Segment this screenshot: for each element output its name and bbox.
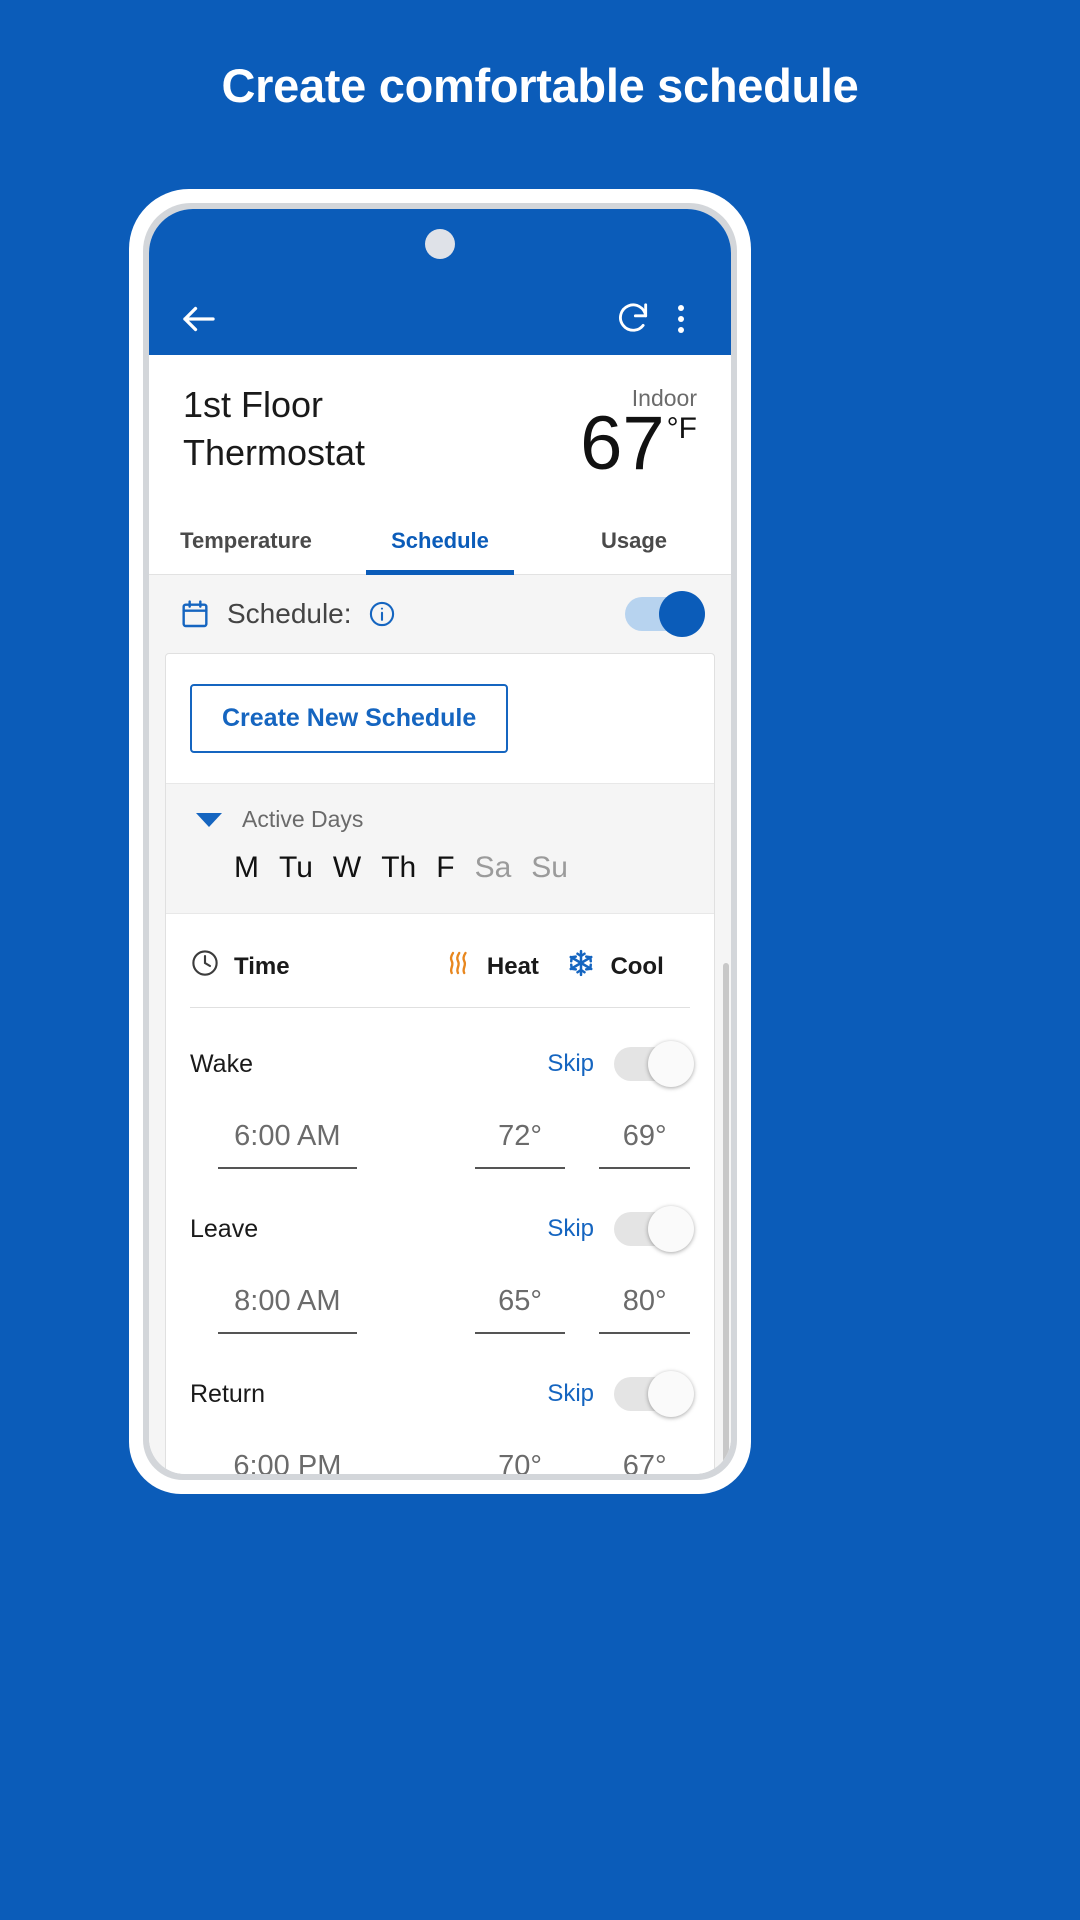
column-header-heat: Heat: [443, 948, 567, 985]
calendar-icon: [179, 598, 211, 630]
indoor-temperature-block: Indoor 67 °F: [580, 381, 697, 482]
indoor-temperature-value: 67: [580, 401, 665, 486]
heat-setpoint-field[interactable]: 72°: [474, 1120, 566, 1169]
toggle-knob: [648, 1371, 694, 1417]
row-name: Leave: [190, 1214, 259, 1243]
row-name: Return: [190, 1379, 266, 1408]
day-chip-sa[interactable]: Sa: [475, 851, 512, 885]
column-header-cool: Cool: [566, 948, 690, 985]
arrow-left-icon[interactable]: [175, 295, 223, 343]
active-days-header[interactable]: Active Days: [196, 806, 684, 833]
cool-setpoint-field[interactable]: 67°: [599, 1450, 690, 1474]
day-chip-th[interactable]: Th: [381, 851, 416, 885]
clock-icon: [190, 948, 220, 985]
heat-waves-icon: [443, 948, 473, 985]
schedule-row-wake: Wake Skip 6:00 AM 72° 69°: [190, 1008, 694, 1173]
column-header-heat-label: Heat: [486, 952, 539, 980]
time-field[interactable]: 6:00 AM: [218, 1120, 357, 1169]
active-days-list: M Tu W Th F Sa Su: [196, 851, 684, 885]
schedule-table: Time Heat Cool Wake Skip 6:00 AM 72° 69°…: [166, 914, 714, 1474]
camera-notch-icon: [425, 229, 455, 259]
skip-label[interactable]: Skip: [547, 1380, 594, 1408]
cool-setpoint-field[interactable]: 80°: [599, 1285, 691, 1334]
day-chip-w[interactable]: W: [333, 851, 361, 885]
toggle-knob: [659, 591, 705, 637]
vertical-scrollbar[interactable]: [723, 963, 729, 1474]
page-title: Create comfortable schedule: [221, 59, 859, 112]
device-name-line1: 1st Floor: [183, 384, 324, 425]
toggle-knob: [648, 1041, 694, 1087]
schedule-row-return: Return Skip 6:00 PM 70° 67°: [190, 1338, 694, 1474]
tab-temperature[interactable]: Temperature: [149, 510, 343, 574]
cool-setpoint-field[interactable]: 69°: [599, 1120, 691, 1169]
column-header-time: Time: [190, 948, 443, 985]
schedule-toggle-bar: Schedule:: [149, 575, 731, 653]
schedule-card: Create New Schedule Active Days M Tu W T…: [165, 653, 715, 1474]
active-days-title: Active Days: [242, 806, 364, 832]
tab-bar: Temperature Schedule Usage: [149, 510, 731, 575]
info-icon[interactable]: [368, 600, 396, 628]
schedule-table-header: Time Heat Cool: [190, 914, 690, 1008]
tab-usage[interactable]: Usage: [537, 510, 731, 574]
refresh-icon[interactable]: [609, 295, 657, 343]
status-bar: [149, 209, 731, 283]
device-header: 1st Floor Thermostat Indoor 67 °F: [149, 355, 731, 482]
phone-bezel: 1st Floor Thermostat Indoor 67 °F Temper…: [143, 203, 737, 1480]
create-new-schedule-button[interactable]: Create New Schedule: [190, 684, 509, 753]
chevron-down-icon[interactable]: [196, 812, 222, 827]
day-chip-f[interactable]: F: [436, 851, 454, 885]
skip-toggle[interactable]: [614, 1206, 694, 1252]
heat-setpoint-field[interactable]: 70°: [475, 1450, 566, 1474]
create-schedule-area: Create New Schedule: [166, 654, 714, 783]
column-header-time-label: Time: [234, 952, 290, 980]
column-header-cool-label: Cool: [610, 952, 664, 980]
day-chip-tu[interactable]: Tu: [279, 851, 313, 885]
schedule-content[interactable]: Create New Schedule Active Days M Tu W T…: [149, 653, 731, 1474]
skip-toggle[interactable]: [614, 1041, 694, 1087]
phone-mockup-frame: 1st Floor Thermostat Indoor 67 °F Temper…: [129, 189, 751, 1494]
day-chip-su[interactable]: Su: [531, 851, 568, 885]
time-field[interactable]: 6:00 PM: [218, 1450, 357, 1474]
schedule-label: Schedule:: [227, 598, 352, 629]
device-name: 1st Floor Thermostat: [183, 381, 365, 476]
row-name: Wake: [190, 1049, 253, 1078]
indoor-temperature-unit: °F: [666, 412, 697, 445]
snowflake-icon: [566, 948, 596, 985]
device-name-line2: Thermostat: [183, 431, 366, 473]
day-chip-m[interactable]: M: [234, 851, 259, 885]
skip-label[interactable]: Skip: [547, 1050, 594, 1078]
skip-toggle[interactable]: [614, 1371, 694, 1417]
phone-screen: 1st Floor Thermostat Indoor 67 °F Temper…: [149, 209, 731, 1474]
schedule-enable-toggle[interactable]: [625, 591, 705, 637]
toggle-knob: [648, 1206, 694, 1252]
schedule-row-leave: Leave Skip 8:00 AM 65° 80°: [190, 1173, 694, 1338]
time-field[interactable]: 8:00 AM: [218, 1285, 357, 1334]
skip-label[interactable]: Skip: [547, 1215, 594, 1243]
app-bar: [149, 283, 731, 355]
heat-setpoint-field[interactable]: 65°: [474, 1285, 566, 1334]
tab-schedule[interactable]: Schedule: [343, 510, 537, 575]
active-days-section: Active Days M Tu W Th F Sa Su: [166, 783, 714, 914]
kebab-menu-icon[interactable]: [657, 295, 705, 343]
